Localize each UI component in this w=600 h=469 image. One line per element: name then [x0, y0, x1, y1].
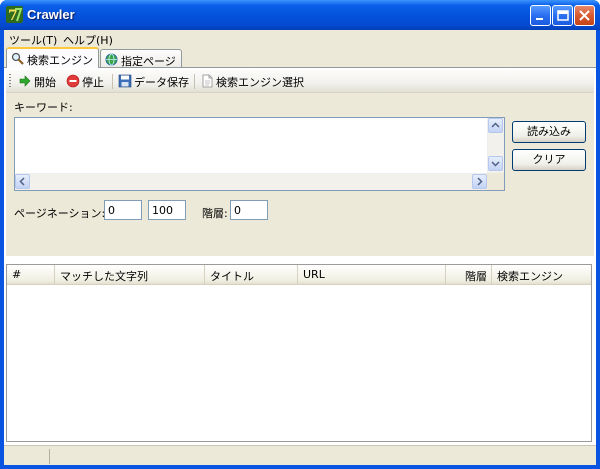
client-area: ツール(T) ヘルプ(H) 検索エンジン 指定ページ 開始 停止 データ保存 検… — [4, 30, 596, 465]
results-table[interactable]: # マッチした文字列 タイトル URL 階層 検索エンジン — [6, 264, 592, 442]
toolbar-separator — [112, 74, 113, 89]
scroll-left-arrow[interactable] — [15, 174, 30, 189]
minimize-button[interactable] — [530, 5, 551, 26]
stop-icon — [66, 74, 80, 88]
start-button[interactable]: 開始 — [18, 73, 60, 90]
close-icon — [579, 10, 590, 21]
status-cell — [6, 449, 50, 464]
column-header-title[interactable]: タイトル — [205, 265, 298, 284]
column-header-matched-string[interactable]: マッチした文字列 — [55, 265, 205, 284]
tab-specified-page[interactable]: 指定ページ — [100, 49, 182, 68]
window-title: Crawler — [27, 7, 75, 22]
menu-bar: ツール(T) ヘルプ(H) — [4, 30, 596, 47]
app-window: 7 Crawler ツール(T) ヘルプ(H) 検索エンジン 指定ページ 開始 … — [0, 0, 600, 469]
start-label: 開始 — [34, 76, 56, 89]
toolbar-grip[interactable] — [9, 74, 11, 89]
tab-panel: 開始 停止 データ保存 検索エンジン選択 キーワード: 読み込み クリア ページ… — [4, 67, 596, 445]
close-button[interactable] — [574, 5, 595, 26]
pagination-start-input[interactable]: 0 — [104, 200, 142, 220]
floppy-disk-icon — [118, 74, 132, 88]
app-icon: 7 — [6, 6, 23, 23]
pagination-end-input[interactable]: 100 — [148, 200, 186, 220]
keyword-horizontal-scrollbar[interactable] — [15, 173, 487, 190]
column-header-url[interactable]: URL — [298, 265, 446, 284]
search-engine-select-label: 検索エンジン選択 — [216, 76, 304, 89]
search-engine-select-button[interactable]: 検索エンジン選択 — [200, 73, 310, 90]
chevron-up-icon — [491, 122, 500, 128]
scrollbar-corner — [487, 173, 504, 190]
chevron-down-icon — [491, 161, 500, 167]
tab-search-engine-label: 検索エンジン — [27, 54, 93, 67]
column-header-index[interactable]: # — [7, 265, 55, 284]
depth-input[interactable]: 0 — [230, 200, 268, 220]
toolbar-separator — [194, 74, 195, 89]
save-data-label: データ保存 — [134, 76, 189, 89]
tab-search-engine[interactable]: 検索エンジン — [6, 47, 99, 68]
title-bar[interactable]: 7 Crawler — [0, 0, 600, 30]
magnifier-icon — [11, 52, 24, 65]
chevron-right-icon — [477, 177, 483, 186]
scroll-up-arrow[interactable] — [488, 118, 503, 133]
scroll-right-arrow[interactable] — [472, 174, 487, 189]
search-form: キーワード: 読み込み クリア ページネーション: 0 100 階層: 0 — [6, 93, 594, 256]
chevron-left-icon — [19, 177, 25, 186]
maximize-button[interactable] — [552, 5, 573, 26]
column-header-search-engine[interactable]: 検索エンジン — [492, 265, 591, 284]
status-bar — [4, 445, 596, 465]
minimize-icon — [536, 18, 543, 20]
save-data-button[interactable]: データ保存 — [118, 73, 192, 90]
maximize-icon — [557, 10, 569, 21]
play-arrow-icon — [19, 75, 31, 87]
scroll-down-arrow[interactable] — [488, 156, 503, 171]
pagination-label: ページネーション: — [14, 207, 106, 220]
toolbar: 開始 停止 データ保存 検索エンジン選択 — [6, 70, 594, 93]
depth-label: 階層: — [202, 207, 228, 220]
keyword-label: キーワード: — [14, 101, 73, 114]
keyword-vertical-scrollbar[interactable] — [487, 118, 504, 173]
tab-strip: 検索エンジン 指定ページ — [4, 47, 596, 68]
column-header-depth[interactable]: 階層 — [446, 265, 492, 284]
results-table-header: # マッチした文字列 タイトル URL 階層 検索エンジン — [7, 265, 591, 285]
stop-label: 停止 — [82, 76, 104, 89]
keyword-textarea[interactable] — [14, 117, 505, 191]
document-icon — [202, 74, 213, 88]
load-button[interactable]: 読み込み — [512, 121, 586, 143]
clear-button[interactable]: クリア — [512, 149, 586, 171]
globe-icon — [105, 53, 118, 66]
stop-button[interactable]: 停止 — [66, 73, 108, 90]
